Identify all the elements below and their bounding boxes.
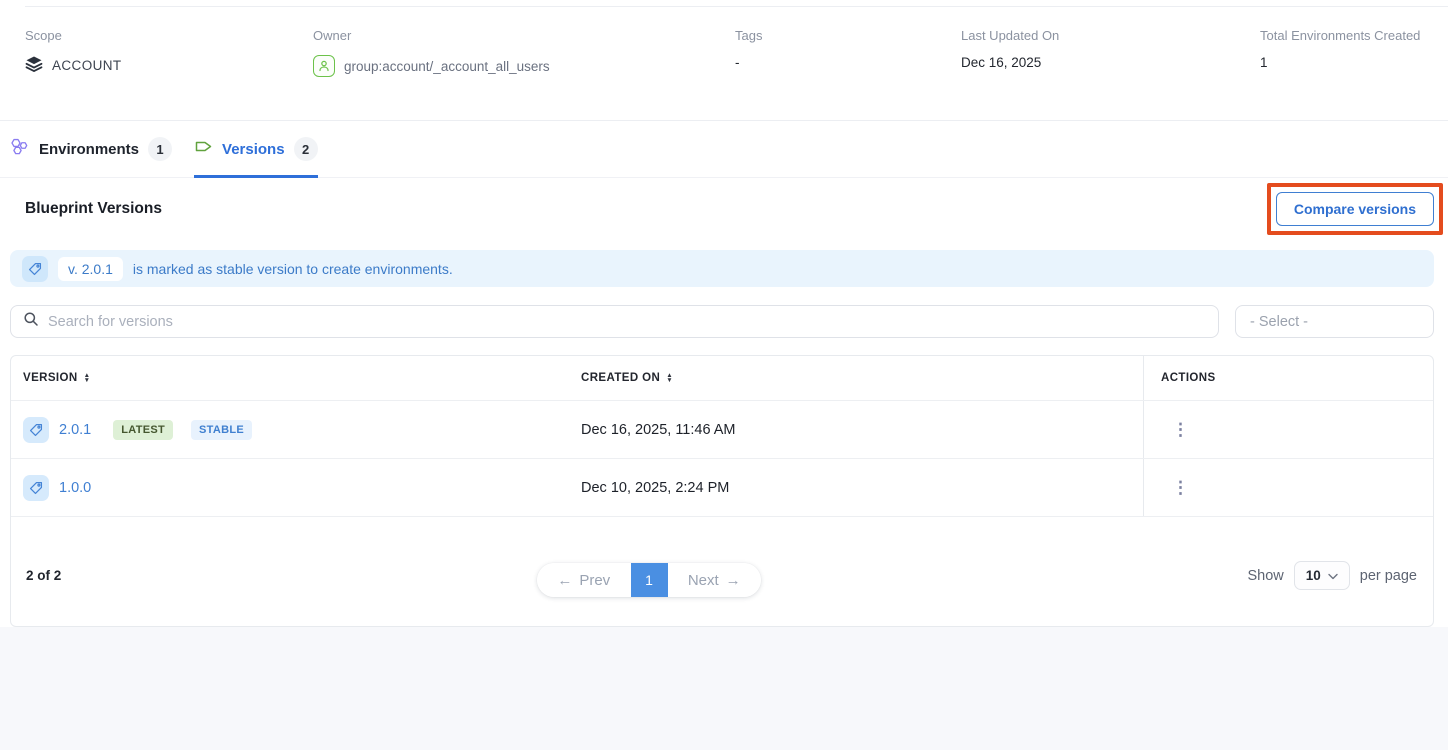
tab-bar: Environments 1 Versions 2 bbox=[0, 120, 1448, 178]
table-header-row: VERSION ▲▼ CREATED ON ▲▼ ACTIONS bbox=[11, 356, 1433, 401]
version-link[interactable]: 2.0.1 bbox=[59, 422, 91, 438]
column-header-created-on-label: CREATED ON bbox=[581, 372, 660, 384]
overview-total-environments: Total Environments Created 1 bbox=[1260, 28, 1448, 120]
per-page-label: per page bbox=[1360, 568, 1417, 584]
next-label: Next bbox=[688, 572, 719, 589]
total-environments-label: Total Environments Created bbox=[1260, 28, 1448, 43]
page-size-value: 10 bbox=[1306, 568, 1321, 583]
stable-version-badge: v. 2.0.1 bbox=[58, 257, 123, 281]
tab-versions-label: Versions bbox=[222, 141, 285, 158]
created-on-value: Dec 10, 2025, 2:24 PM bbox=[581, 480, 729, 496]
current-page-indicator[interactable]: 1 bbox=[631, 563, 668, 597]
page-size-control: Show 10 per page bbox=[1247, 561, 1417, 590]
filter-row: - Select - bbox=[10, 305, 1434, 338]
tab-environments[interactable]: Environments 1 bbox=[10, 121, 172, 177]
page-title: Blueprint Versions bbox=[25, 200, 162, 218]
chevron-down-icon bbox=[1328, 567, 1338, 585]
tag-icon bbox=[22, 256, 48, 282]
tag-icon bbox=[194, 137, 213, 161]
prev-label: Prev bbox=[579, 572, 610, 589]
search-icon bbox=[23, 311, 39, 332]
left-arrow-icon: ← bbox=[557, 572, 572, 589]
tag-icon bbox=[23, 475, 49, 501]
hexagons-icon bbox=[10, 137, 30, 162]
right-arrow-icon: → bbox=[726, 572, 741, 589]
column-header-version-label: VERSION bbox=[23, 372, 78, 384]
user-icon bbox=[313, 55, 335, 77]
prev-page-button[interactable]: ← Prev bbox=[537, 563, 631, 597]
scope-value: ACCOUNT bbox=[52, 58, 122, 73]
section-header: Blueprint Versions Compare versions bbox=[0, 178, 1448, 240]
column-header-created-on[interactable]: CREATED ON ▲▼ bbox=[581, 356, 1143, 400]
banner-message: is marked as stable version to create en… bbox=[133, 261, 453, 277]
overview-last-updated: Last Updated On Dec 16, 2025 bbox=[961, 28, 1260, 120]
annotation-highlight-box: Compare versions bbox=[1267, 183, 1443, 235]
next-page-button[interactable]: Next → bbox=[668, 563, 762, 597]
column-header-actions: ACTIONS bbox=[1143, 356, 1433, 400]
layers-icon bbox=[25, 55, 43, 76]
tab-environments-count: 1 bbox=[148, 137, 172, 161]
tab-versions-count: 2 bbox=[294, 137, 318, 161]
versions-table: VERSION ▲▼ CREATED ON ▲▼ ACTIONS 2.0.1 L… bbox=[10, 355, 1434, 627]
search-input[interactable] bbox=[48, 314, 1206, 330]
table-row: 2.0.1 LATEST STABLE Dec 16, 2025, 11:46 … bbox=[11, 401, 1433, 459]
overview-scope: Scope ACCOUNT bbox=[25, 28, 313, 120]
overview-tags: Tags - bbox=[735, 28, 961, 120]
show-label: Show bbox=[1247, 568, 1283, 584]
tab-environments-label: Environments bbox=[39, 141, 139, 158]
version-link[interactable]: 1.0.0 bbox=[59, 480, 91, 496]
filter-select-value: - Select - bbox=[1250, 314, 1308, 330]
blueprint-overview: Scope ACCOUNT Owner group:account/_accou… bbox=[0, 7, 1448, 120]
kebab-menu-icon[interactable]: ⋮ bbox=[1172, 421, 1189, 438]
overview-owner: Owner group:account/_account_all_users bbox=[313, 28, 735, 120]
pager: ← Prev 1 Next → bbox=[537, 563, 761, 597]
owner-value: group:account/_account_all_users bbox=[344, 59, 550, 74]
total-environments-value: 1 bbox=[1260, 55, 1268, 70]
compare-versions-button[interactable]: Compare versions bbox=[1276, 192, 1434, 226]
content-sheet: Scope ACCOUNT Owner group:account/_accou… bbox=[0, 0, 1448, 627]
tag-icon bbox=[23, 417, 49, 443]
search-box[interactable] bbox=[10, 305, 1219, 338]
owner-label: Owner bbox=[313, 28, 735, 43]
tags-value: - bbox=[735, 55, 740, 70]
kebab-menu-icon[interactable]: ⋮ bbox=[1172, 479, 1189, 496]
page-size-select[interactable]: 10 bbox=[1294, 561, 1350, 590]
scope-label: Scope bbox=[25, 28, 313, 43]
last-updated-label: Last Updated On bbox=[961, 28, 1260, 43]
tab-versions[interactable]: Versions 2 bbox=[194, 121, 318, 177]
stable-version-banner: v. 2.0.1 is marked as stable version to … bbox=[10, 250, 1434, 287]
stable-badge: STABLE bbox=[191, 420, 252, 440]
sort-icon[interactable]: ▲▼ bbox=[666, 373, 673, 383]
latest-badge: LATEST bbox=[113, 420, 173, 440]
pagination-bar: 2 of 2 ← Prev 1 Next → Show 10 bbox=[11, 517, 1433, 626]
pagination-summary: 2 of 2 bbox=[26, 568, 61, 583]
filter-select[interactable]: - Select - bbox=[1235, 305, 1434, 338]
last-updated-value: Dec 16, 2025 bbox=[961, 55, 1041, 70]
created-on-value: Dec 16, 2025, 11:46 AM bbox=[581, 422, 736, 438]
column-header-version[interactable]: VERSION ▲▼ bbox=[11, 356, 581, 400]
column-header-actions-label: ACTIONS bbox=[1161, 372, 1216, 384]
tags-label: Tags bbox=[735, 28, 961, 43]
table-row: 1.0.0 Dec 10, 2025, 2:24 PM ⋮ bbox=[11, 459, 1433, 517]
sort-icon[interactable]: ▲▼ bbox=[84, 373, 91, 383]
